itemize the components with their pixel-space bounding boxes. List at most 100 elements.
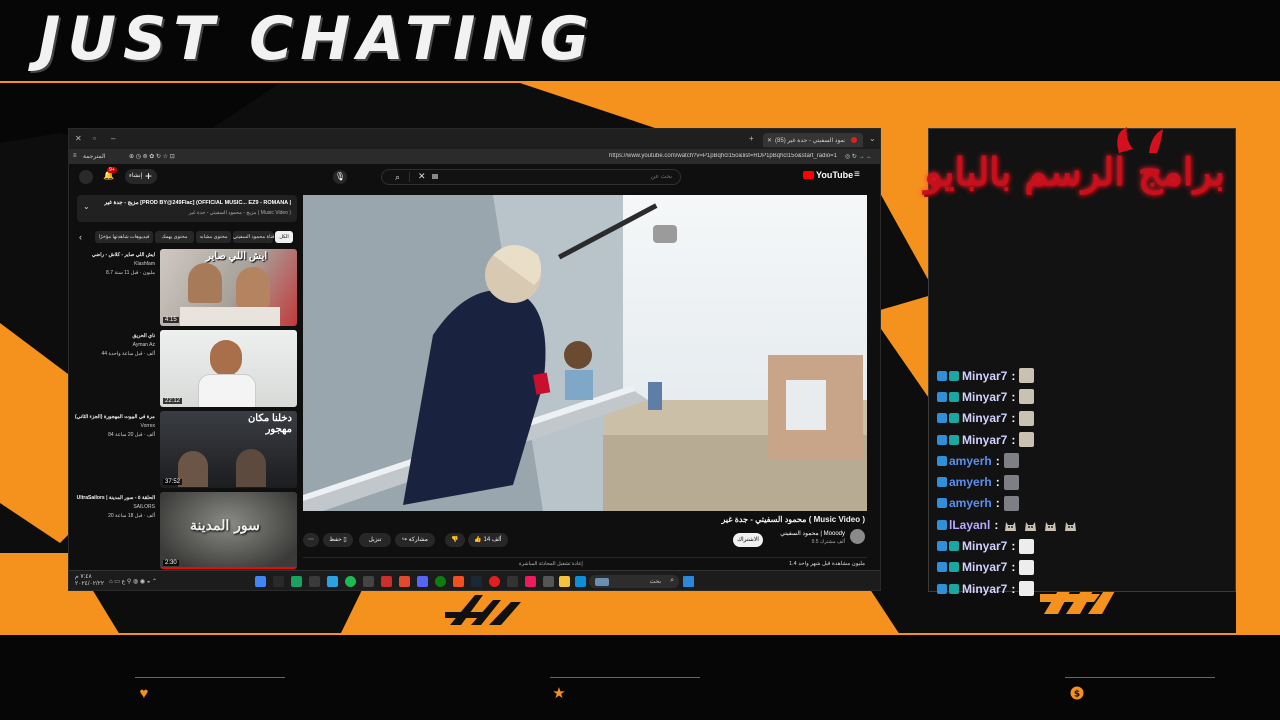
app-icon[interactable] (507, 576, 518, 587)
channel-name[interactable]: محمود السفيتي | Mooody (780, 530, 845, 537)
live-chat-replay-label[interactable]: إعادة تشغيل المحادثة المباشرة (519, 561, 583, 567)
telegram-icon[interactable] (327, 576, 338, 587)
channel-name[interactable]: Ayman Az (75, 341, 155, 350)
app-icon[interactable] (543, 576, 554, 587)
tab-close-icon[interactable]: ✕ (767, 137, 772, 144)
chrome-icon[interactable] (255, 576, 266, 587)
chat-username[interactable]: Minyar7 (962, 369, 1007, 383)
download-button[interactable]: تنزيل (359, 533, 391, 547)
microphone-icon[interactable]: 🎙 (333, 170, 347, 184)
search-box[interactable]: ⌕ ✕ (381, 169, 681, 185)
discord-icon[interactable] (417, 576, 428, 587)
minimize-icon[interactable]: – (111, 134, 115, 144)
chat-username[interactable]: Minyar7 (962, 411, 1007, 425)
nav-buttons-icon[interactable]: ◎ ↻ → ← (845, 153, 872, 160)
search-input[interactable] (472, 172, 672, 182)
heart-icon: ♥ (139, 685, 149, 702)
channel-name[interactable]: SAILORS (75, 503, 155, 512)
video-title[interactable]: ايش اللي صاير - كلاش - راضي (75, 251, 155, 260)
chat-separator: : (1011, 432, 1016, 447)
avatar[interactable] (79, 170, 93, 184)
browser-tab[interactable]: ✕ محمود السفيتي - جدة غير (85) (763, 133, 863, 147)
channel-name[interactable]: Klashfam (75, 260, 155, 269)
chip-similar[interactable]: محتوى مشابه (196, 231, 231, 243)
chevron-down-icon[interactable]: ⌄ (869, 134, 876, 144)
subscribe-button[interactable]: الاشتراك (733, 533, 763, 547)
recommendation-item[interactable]: دخلنا مكان مهجور 37:52 مغامرة في البيوت … (75, 411, 297, 489)
chat-panel: برامج الرسم بالبايو Minyar7: Minyar7: Miny… (924, 127, 1236, 597)
app-icon[interactable] (381, 576, 392, 587)
keyboard-icon[interactable] (432, 174, 438, 179)
chat-username[interactable]: Minyar7 (962, 433, 1007, 447)
app-icon[interactable] (363, 576, 374, 587)
close-icon[interactable]: ✕ (75, 134, 82, 144)
chat-username[interactable]: amyerh (949, 454, 992, 468)
file-explorer-icon[interactable] (559, 576, 570, 587)
app-icon[interactable] (453, 576, 464, 587)
chevron-left-icon[interactable]: ‹ (79, 231, 82, 243)
chat-badge-icon (949, 434, 959, 445)
clear-search-icon[interactable]: ✕ (418, 171, 426, 182)
system-tray-icon[interactable]: ⌂ ▭ ع ⚲ ◍ ◉ ◒ ⌃ (109, 578, 157, 585)
more-actions-button[interactable]: ⋯ (303, 533, 319, 547)
like-count: 14 ألف (483, 537, 502, 543)
app-icon[interactable] (489, 576, 500, 587)
recommendation-item[interactable]: ايش اللي صاير 4:15 ايش اللي صاير - كلاش … (75, 249, 297, 327)
xbox-icon[interactable] (435, 576, 446, 587)
hamburger-menu-icon[interactable]: ≡ (854, 169, 860, 180)
maximize-icon[interactable]: ▫ (93, 134, 96, 144)
video-frame (303, 195, 867, 511)
video-title[interactable]: مغامرة في البيوت المهجورة (الجزء الثاني) (75, 413, 155, 422)
chat-message: amyerh: (937, 493, 1227, 514)
search-icon[interactable]: ⌕ (386, 172, 410, 182)
taskbar-search[interactable]: بحث ⌕ (589, 575, 679, 588)
like-button[interactable]: 👍 14 ألف (468, 533, 508, 547)
video-thumbnail[interactable]: 22:12 (160, 330, 297, 407)
app-icon[interactable] (525, 576, 536, 587)
channel-name[interactable]: Vorrex (75, 422, 155, 431)
brave-icon[interactable] (399, 576, 410, 587)
recommendation-item[interactable]: سور المدينة 2:30 UltraSailors | الحلقة ٥… (75, 492, 297, 570)
chat-username[interactable]: amyerh (949, 475, 992, 489)
video-thumbnail[interactable]: دخلنا مكان مهجور 37:52 (160, 411, 297, 488)
chat-username[interactable]: Minyar7 (962, 560, 1007, 574)
save-label: حفظ (329, 537, 342, 543)
playlist-panel[interactable]: ⌄ مزيج - جدة غير [PROD BY@249Flac] (OFFI… (77, 195, 297, 222)
video-player[interactable] (303, 195, 867, 511)
app-icon[interactable] (291, 576, 302, 587)
windows-start-icon[interactable] (683, 576, 694, 587)
chip-for-you[interactable]: محتوى يهمك (155, 231, 194, 243)
chip-from-channel[interactable]: من قناة محمود السفيتي (233, 231, 282, 243)
chat-username[interactable]: Minyar7 (962, 539, 1007, 553)
share-button[interactable]: ↪ مشاركة (395, 533, 435, 547)
video-thumbnail[interactable]: سور المدينة 2:30 (160, 492, 297, 569)
channel-avatar[interactable] (850, 529, 865, 544)
app-icon[interactable] (273, 576, 284, 587)
recommendation-item[interactable]: 22:12 ناي الحريق Ayman Az 44 ألف · قبل س… (75, 330, 297, 408)
url-field[interactable]: https://www.youtube.com/watch?v=P1pBqhcl… (609, 153, 839, 159)
spotify-icon[interactable] (345, 576, 356, 587)
save-button[interactable]: حفظ ▯ (323, 533, 353, 547)
subscriber-count: 9.5 ألف مشترك (811, 539, 845, 545)
steam-icon[interactable] (471, 576, 482, 587)
video-title[interactable]: ناي الحريق (75, 332, 155, 341)
app-icon[interactable] (309, 576, 320, 587)
chat-username[interactable]: Minyar7 (962, 390, 1007, 404)
chat-username[interactable]: Minyar7 (962, 582, 1007, 596)
video-title[interactable]: UltraSailors | الحلقة ٥ - سور المدينة (75, 494, 155, 503)
create-button[interactable]: إنشاء + (125, 169, 157, 184)
menu-icon[interactable]: ≡ (73, 153, 77, 159)
chip-recently-watched[interactable]: فيديوهات شاهدتها مؤخرًا (95, 231, 153, 243)
dislike-button[interactable]: 👎 (445, 533, 465, 547)
bookmark-label[interactable]: المترجمة (83, 153, 105, 160)
chevron-down-icon[interactable]: ⌄ (83, 202, 90, 211)
edge-icon[interactable] (575, 576, 586, 587)
new-tab-icon[interactable]: + (749, 134, 754, 144)
chat-username[interactable]: amyerh (949, 496, 992, 510)
chat-username[interactable]: lLayanl (949, 518, 990, 532)
youtube-logo[interactable]: YouTube (803, 170, 853, 180)
extensions-icon[interactable]: ⊕ ◷ ⊚ ✿ ↻ ☆ ⊡ (129, 153, 175, 160)
search-icon: ⌕ (670, 577, 674, 584)
video-thumbnail[interactable]: ايش اللي صاير 4:15 (160, 249, 297, 326)
thumbnail-person (178, 451, 208, 487)
